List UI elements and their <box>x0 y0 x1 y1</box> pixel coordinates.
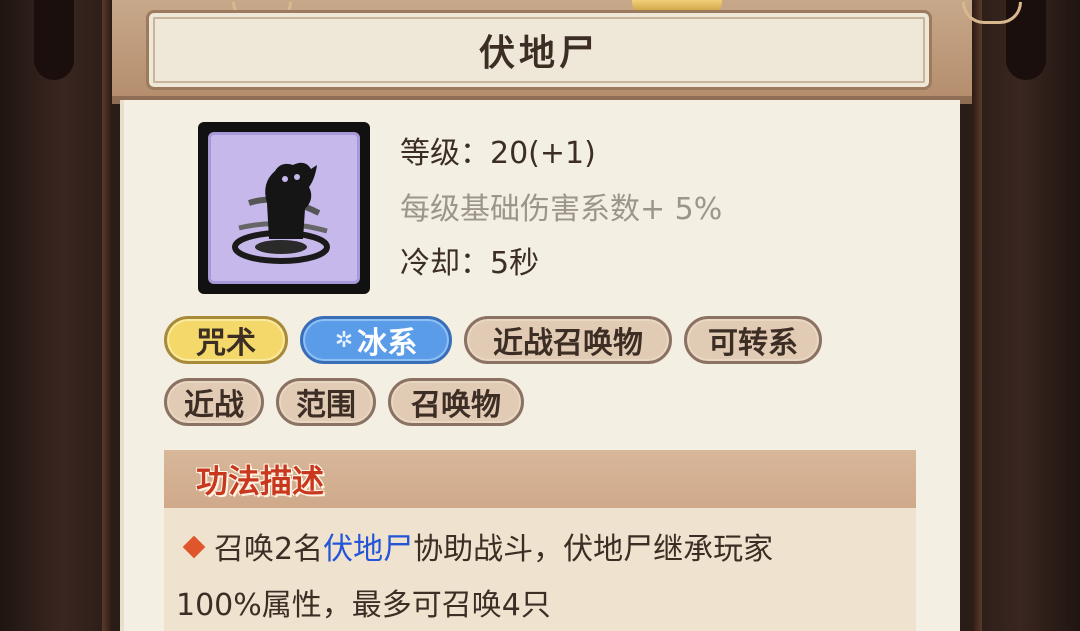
tag-summon[interactable]: 召唤物 <box>388 378 524 426</box>
tag-melee-summon[interactable]: 近战召唤物 <box>464 316 672 364</box>
tag-curse[interactable]: 咒术 <box>164 316 288 364</box>
tag-label: 范围 <box>296 388 356 423</box>
skill-level: 等级：20(+1) <box>400 136 596 171</box>
snowflake-icon: ✲ <box>334 327 354 353</box>
skill-icon-frame <box>198 122 370 294</box>
tag-label: 可转系 <box>708 326 798 361</box>
description-header: 功法描述 <box>164 450 916 508</box>
lantern-decoration <box>34 0 74 80</box>
tag-convertible[interactable]: 可转系 <box>684 316 822 364</box>
right-frame <box>972 0 1080 631</box>
description-text: 召唤2名 <box>214 532 324 567</box>
description-text: 协助战斗，伏地尸继承玩家 <box>413 532 774 567</box>
tag-label: 咒术 <box>196 326 256 361</box>
tag-ice[interactable]: ✲ 冰系 <box>300 316 452 364</box>
summon-name-highlight: 伏地尸 <box>323 532 414 567</box>
tag-label: 近战召唤物 <box>493 326 643 361</box>
level-bonus: 每级基础伤害系数+ 5% <box>400 192 723 227</box>
title-plate: 伏地尸 <box>146 10 932 90</box>
tag-melee[interactable]: 近战 <box>164 378 264 426</box>
left-frame <box>0 0 112 631</box>
description-body: 召唤2名伏地尸协助战斗，伏地尸继承玩家 100%属性，最多可召唤4只 <box>164 508 916 631</box>
tag-label: 近战 <box>184 388 244 423</box>
description-line-1: 召唤2名伏地尸协助战斗，伏地尸继承玩家 <box>176 522 904 578</box>
description-title: 功法描述 <box>196 462 325 500</box>
tag-label: 召唤物 <box>411 388 501 423</box>
skill-cooldown: 冷却：5秒 <box>400 246 540 281</box>
diamond-bullet-icon <box>182 535 206 559</box>
description-line-2: 100%属性，最多可召唤4只 <box>176 588 551 623</box>
skill-title: 伏地尸 <box>478 33 599 74</box>
tag-label: 冰系 <box>357 326 418 361</box>
zombie-skill-icon <box>208 132 360 284</box>
tag-area[interactable]: 范围 <box>276 378 376 426</box>
